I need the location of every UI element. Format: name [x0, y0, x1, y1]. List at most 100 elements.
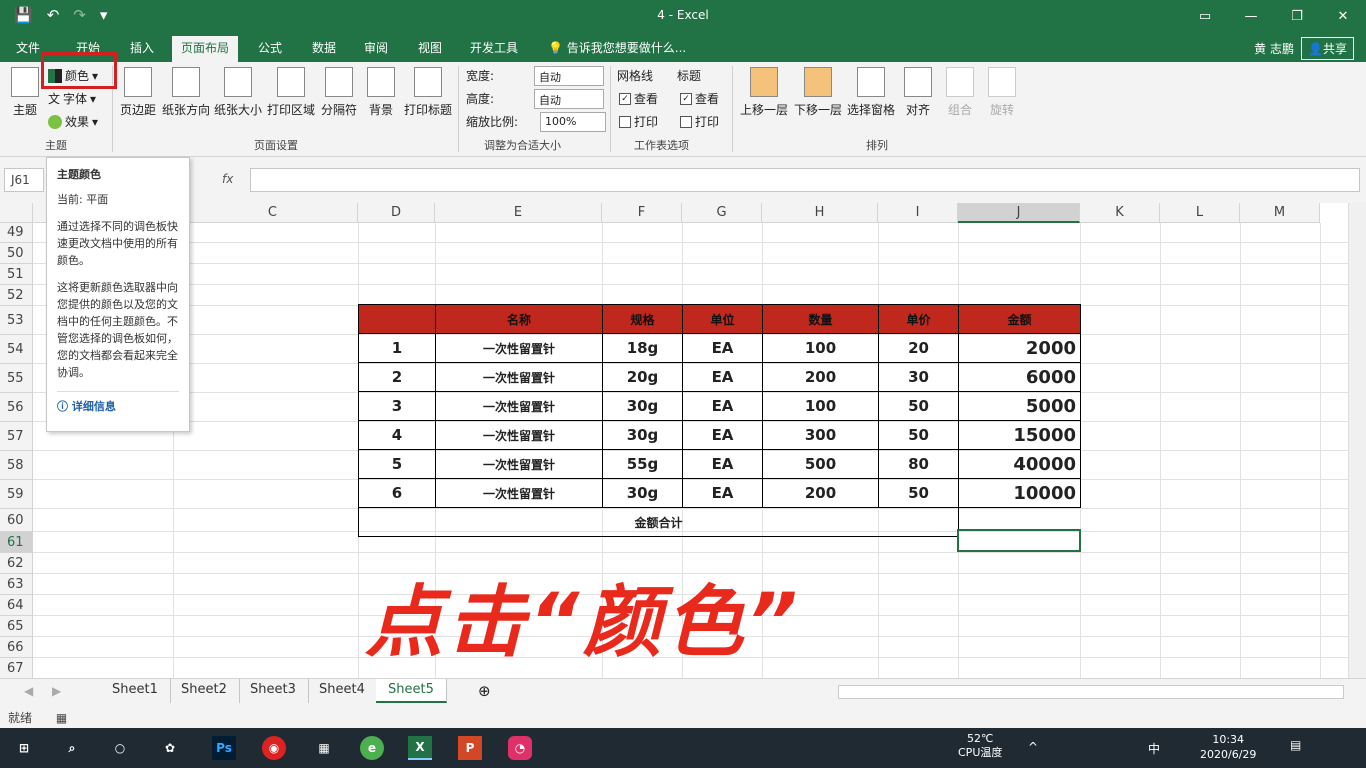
excel-icon[interactable]: X: [408, 736, 432, 760]
data-table[interactable]: 名称 规格 单位 数量 单价 金额 1 一次性留置针 18g EA 100 20 2000 2…: [358, 304, 1081, 537]
powerpoint-icon[interactable]: P: [458, 736, 482, 760]
breaks-button[interactable]: 分隔符: [320, 67, 358, 118]
gridlines-print-checkbox[interactable]: 打印: [619, 113, 658, 130]
tab-view[interactable]: 视图: [418, 39, 442, 56]
user-name[interactable]: 黄 志鹏: [1254, 40, 1294, 57]
fonts-button[interactable]: 文字体 ▾: [48, 90, 96, 107]
table-cell[interactable]: 200: [762, 478, 879, 508]
table-cell[interactable]: 15000: [958, 420, 1081, 450]
vertical-scrollbar[interactable]: [1348, 203, 1366, 678]
tab-page-layout[interactable]: 页面布局: [172, 36, 239, 62]
row-header-50[interactable]: 50: [0, 243, 33, 264]
column-header-j[interactable]: J: [958, 203, 1080, 223]
sheet-tab-5[interactable]: Sheet5: [376, 679, 447, 703]
table-cell[interactable]: EA: [682, 420, 763, 450]
selected-cell-j61[interactable]: [957, 529, 1081, 552]
table-cell[interactable]: 80: [878, 449, 959, 479]
table-cell[interactable]: 100: [762, 333, 879, 363]
add-sheet-icon[interactable]: ⊕: [478, 682, 491, 700]
table-cell[interactable]: 4: [358, 420, 436, 450]
maximize-button[interactable]: ❐: [1274, 0, 1320, 32]
row-header-56[interactable]: 56: [0, 393, 33, 422]
macro-record-icon[interactable]: ▦: [56, 711, 67, 725]
table-cell[interactable]: 10000: [958, 478, 1081, 508]
photoshop-icon[interactable]: Ps: [212, 736, 236, 760]
print-area-button[interactable]: 打印区域: [266, 67, 316, 118]
table-cell[interactable]: 2000: [958, 333, 1081, 363]
close-button[interactable]: ✕: [1320, 0, 1366, 32]
table-cell[interactable]: 5: [358, 449, 436, 479]
column-header-k[interactable]: K: [1080, 203, 1160, 223]
table-cell[interactable]: 一次性留置针: [435, 478, 603, 508]
send-backward-button[interactable]: 下移一层: [792, 67, 844, 118]
table-cell[interactable]: 18g: [602, 333, 683, 363]
width-select[interactable]: 自动: [534, 66, 604, 86]
clock[interactable]: 10:34 2020/6/29: [1200, 732, 1256, 762]
table-cell[interactable]: 一次性留置针: [435, 391, 603, 421]
app-icon[interactable]: ◔: [508, 736, 532, 760]
height-select[interactable]: 自动: [534, 89, 604, 109]
row-header-59[interactable]: 59: [0, 480, 33, 509]
ime-indicator[interactable]: 中: [1148, 740, 1160, 757]
row-header-65[interactable]: 65: [0, 616, 33, 637]
table-cell[interactable]: 500: [762, 449, 879, 479]
table-cell[interactable]: 3: [358, 391, 436, 421]
table-cell[interactable]: 30g: [602, 478, 683, 508]
pinwheel-app-icon[interactable]: ✿: [158, 736, 182, 760]
ribbon-display-icon[interactable]: ▭: [1182, 0, 1228, 32]
selection-pane-button[interactable]: 选择窗格: [845, 67, 897, 118]
group-button[interactable]: 组合: [944, 67, 976, 118]
bring-forward-button[interactable]: 上移一层: [738, 67, 790, 118]
column-header-f[interactable]: F: [602, 203, 682, 223]
row-header-51[interactable]: 51: [0, 264, 33, 285]
task-view-icon[interactable]: ○: [108, 736, 132, 760]
table-cell[interactable]: 一次性留置针: [435, 420, 603, 450]
calculator-icon[interactable]: ▦: [312, 736, 336, 760]
table-cell[interactable]: 30g: [602, 420, 683, 450]
name-box[interactable]: J61: [4, 168, 44, 192]
table-cell[interactable]: EA: [682, 333, 763, 363]
scroll-right-icon[interactable]: ▶: [52, 684, 61, 698]
tab-file[interactable]: 文件: [16, 39, 40, 56]
table-cell[interactable]: 30: [878, 362, 959, 392]
row-header-61[interactable]: 61: [0, 532, 33, 553]
table-cell[interactable]: 20g: [602, 362, 683, 392]
netease-music-icon[interactable]: ◉: [262, 736, 286, 760]
column-header-l[interactable]: L: [1160, 203, 1240, 223]
column-header-h[interactable]: H: [762, 203, 878, 223]
row-header-58[interactable]: 58: [0, 451, 33, 480]
table-cell[interactable]: 20: [878, 333, 959, 363]
column-header-e[interactable]: E: [435, 203, 602, 223]
gridlines-view-checkbox[interactable]: ✓ 查看: [619, 90, 658, 107]
tab-data[interactable]: 数据: [312, 39, 336, 56]
tray-up-icon[interactable]: ^: [1028, 740, 1038, 754]
tooltip-more-info-link[interactable]: ⓘ 详细信息: [57, 391, 179, 415]
table-cell[interactable]: 300: [762, 420, 879, 450]
windows-start-icon[interactable]: ⊞: [12, 736, 36, 760]
row-header-63[interactable]: 63: [0, 574, 33, 595]
table-cell[interactable]: EA: [682, 362, 763, 392]
table-cell[interactable]: EA: [682, 478, 763, 508]
column-header-i[interactable]: I: [878, 203, 958, 223]
align-button[interactable]: 对齐: [902, 67, 934, 118]
search-icon[interactable]: ⌕: [60, 736, 84, 760]
table-cell[interactable]: 100: [762, 391, 879, 421]
table-cell[interactable]: 6000: [958, 362, 1081, 392]
table-cell[interactable]: 50: [878, 478, 959, 508]
row-header-67[interactable]: 67: [0, 658, 33, 678]
table-cell[interactable]: 一次性留置针: [435, 333, 603, 363]
tab-developer[interactable]: 开发工具: [470, 39, 518, 56]
row-header-53[interactable]: 53: [0, 306, 33, 335]
table-cell[interactable]: EA: [682, 449, 763, 479]
rotate-button[interactable]: 旋转: [986, 67, 1018, 118]
background-button[interactable]: 背景: [366, 67, 396, 118]
scroll-left-icon[interactable]: ◀: [24, 684, 33, 698]
table-cell[interactable]: 55g: [602, 449, 683, 479]
row-header-66[interactable]: 66: [0, 637, 33, 658]
select-all-corner[interactable]: [0, 203, 33, 223]
share-button[interactable]: 👤共享: [1301, 37, 1354, 60]
minimize-button[interactable]: —: [1228, 0, 1274, 32]
headings-view-checkbox[interactable]: ✓ 查看: [680, 90, 719, 107]
sheet-tab-2[interactable]: Sheet2: [169, 679, 240, 703]
table-cell[interactable]: 50: [878, 420, 959, 450]
